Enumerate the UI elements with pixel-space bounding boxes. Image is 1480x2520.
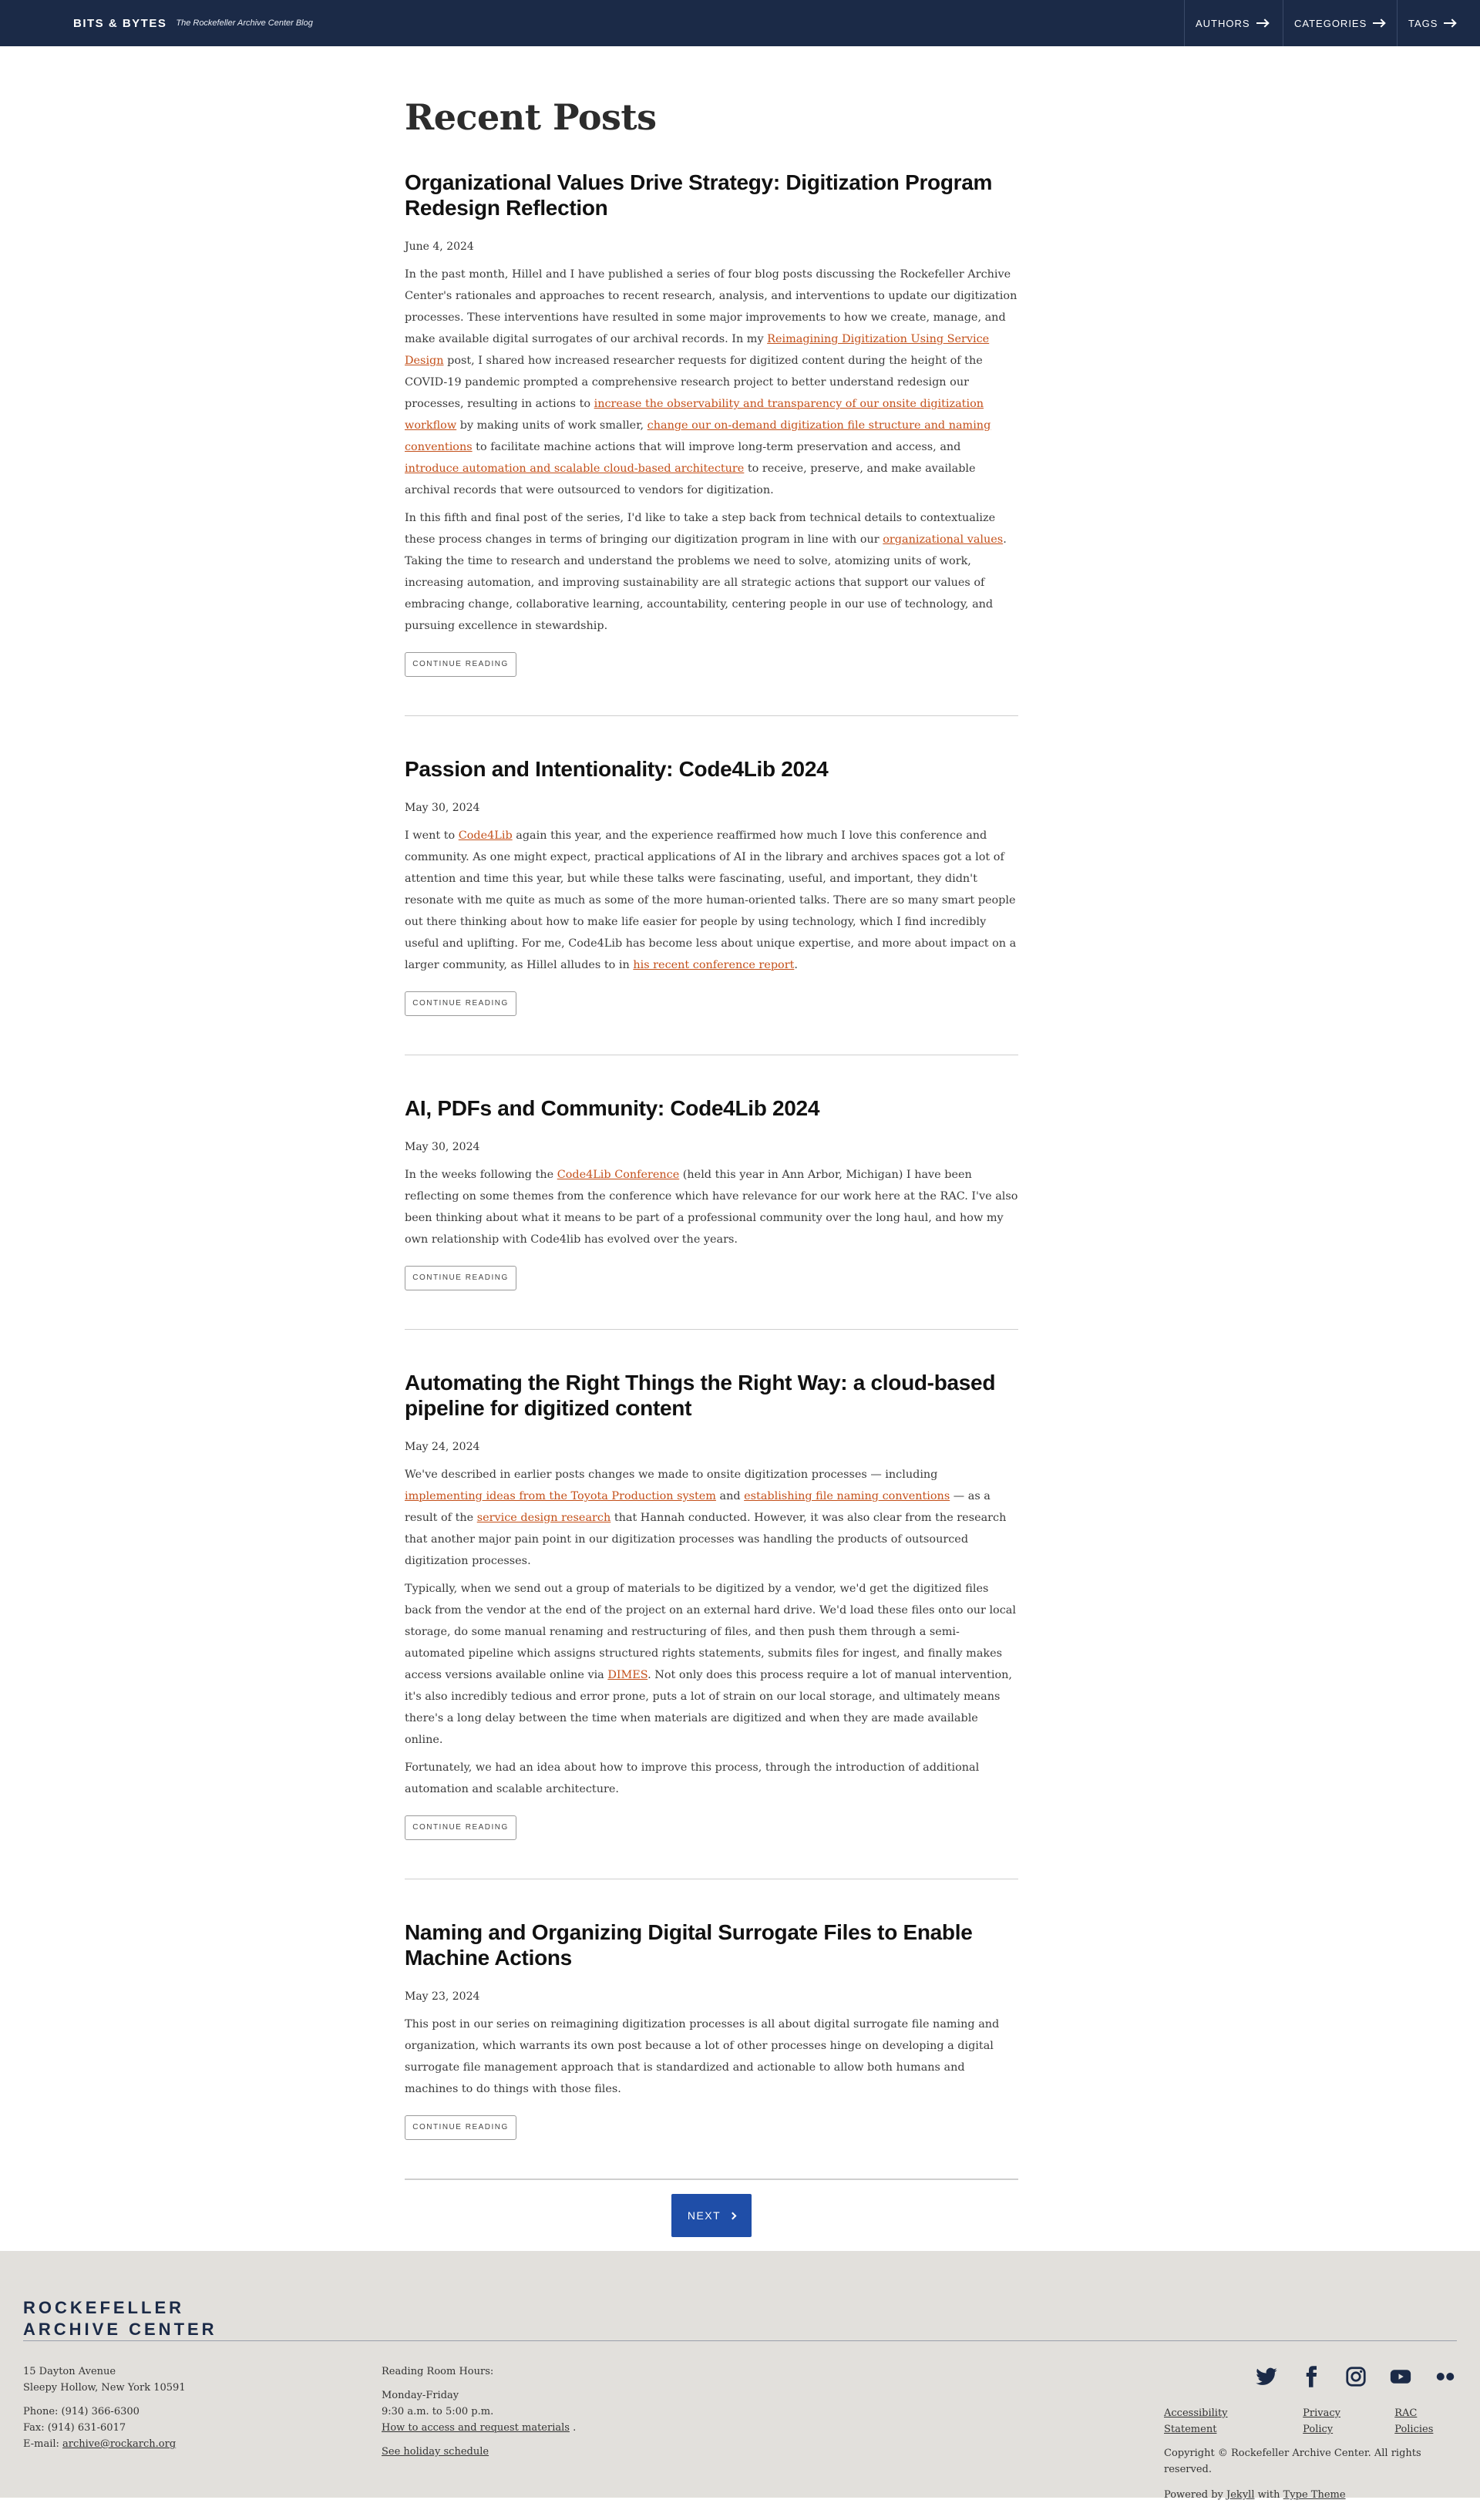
chevron-right-icon — [728, 2212, 737, 2219]
facebook-icon[interactable] — [1300, 2365, 1323, 2388]
rac-policies-link[interactable]: RAC Policies — [1394, 2405, 1457, 2438]
legal-links: Accessibility Statement Privacy Policy R… — [1164, 2405, 1457, 2438]
logo-line-1: ROCKEFELLER — [23, 2298, 184, 2317]
footer-contact: 15 Dayton Avenue Sleepy Hollow, New York… — [23, 2364, 186, 2452]
footer-hours: Reading Room Hours: Monday-Friday 9:30 a… — [382, 2364, 576, 2460]
site-tagline: The Rockefeller Archive Center Blog — [176, 19, 313, 28]
post-link[interactable]: introduce automation and scalable cloud-… — [405, 463, 744, 475]
post-title[interactable]: Automating the Right Things the Right Wa… — [405, 1370, 1018, 1421]
next-page-button[interactable]: NEXT — [671, 2194, 752, 2237]
post-excerpt: In this fifth and final post of the seri… — [405, 512, 1007, 632]
brand[interactable]: BITS & BYTES The Rockefeller Archive Cen… — [73, 0, 313, 46]
youtube-icon[interactable] — [1389, 2365, 1412, 2388]
post-excerpt: Typically, when we send out a group of m… — [405, 1583, 1016, 1746]
hours-days: Monday-Friday — [382, 2390, 459, 2401]
post-title[interactable]: Naming and Organizing Digital Surrogate … — [405, 1919, 1018, 1970]
site-footer: ROCKEFELLER ARCHIVE CENTER 15 Dayton Ave… — [0, 2251, 1480, 2501]
footer-logo[interactable]: ROCKEFELLER ARCHIVE CENTER — [23, 2297, 217, 2340]
nav-tags[interactable]: TAGS — [1397, 0, 1480, 46]
copyright: Copyright © Rockefeller Archive Center. … — [1164, 2448, 1421, 2475]
pagination: NEXT — [405, 2179, 1018, 2251]
powered-by: Powered by Jekyll with Type Theme — [1164, 2489, 1346, 2501]
post-date: May 30, 2024 — [405, 1141, 480, 1153]
post-excerpt: We've described in earlier posts changes… — [405, 1469, 1007, 1567]
jekyll-link[interactable]: Jekyll — [1226, 2489, 1254, 2501]
address-line-2: Sleepy Hollow, New York 10591 — [23, 2382, 186, 2394]
post-link[interactable]: his recent conference report — [633, 959, 794, 971]
main-nav: AUTHORS CATEGORIES TAGS — [1184, 0, 1480, 46]
holiday-schedule-link[interactable]: See holiday schedule — [382, 2446, 489, 2458]
post-date: May 30, 2024 — [405, 802, 480, 814]
site-name[interactable]: BITS & BYTES — [73, 17, 166, 30]
nav-tags-label: TAGS — [1408, 17, 1438, 29]
page-title: Recent Posts — [405, 96, 657, 138]
post-link[interactable]: DIMES — [607, 1669, 648, 1681]
post-excerpt: Fortunately, we had an idea about how to… — [405, 1761, 980, 1795]
post-excerpt: In the past month, Hillel and I have pub… — [405, 268, 1018, 496]
email-link[interactable]: archive@rockarch.org — [62, 2438, 176, 2450]
arrow-right-icon — [1256, 19, 1269, 27]
post-link[interactable]: Code4Lib — [459, 829, 513, 842]
nav-categories-label: CATEGORIES — [1294, 17, 1367, 29]
hours-title: Reading Room Hours: — [382, 2366, 494, 2377]
post-item: Organizational Values Drive Strategy: Di… — [405, 170, 1018, 716]
post-link[interactable]: implementing ideas from the Toyota Produ… — [405, 1490, 716, 1502]
social-links — [1255, 2365, 1457, 2388]
twitter-icon[interactable] — [1255, 2365, 1278, 2388]
post-item: Automating the Right Things the Right Wa… — [405, 1370, 1018, 1879]
instagram-icon[interactable] — [1344, 2365, 1367, 2388]
post-item: Passion and Intentionality: Code4Lib 202… — [405, 756, 1018, 1055]
continue-reading-button[interactable]: CONTINUE READING — [405, 991, 516, 1016]
nav-authors-label: AUTHORS — [1196, 17, 1250, 29]
post-date: June 4, 2024 — [405, 241, 474, 253]
post-excerpt: I went to Code4Lib again this year, and … — [405, 829, 1017, 971]
post-title[interactable]: Organizational Values Drive Strategy: Di… — [405, 170, 1018, 220]
address-line-1: 15 Dayton Avenue — [23, 2366, 116, 2377]
post-link[interactable]: establishing file naming conventions — [744, 1490, 950, 1502]
continue-reading-button[interactable]: CONTINUE READING — [405, 1815, 516, 1840]
post-title[interactable]: Passion and Intentionality: Code4Lib 202… — [405, 756, 1018, 782]
flickr-icon[interactable] — [1434, 2365, 1457, 2388]
access-materials-link[interactable]: How to access and request materials — [382, 2422, 570, 2434]
next-label: NEXT — [687, 2209, 722, 2222]
post-link[interactable]: Code4Lib Conference — [557, 1169, 680, 1181]
post-link[interactable]: organizational values — [883, 533, 1003, 546]
footer-divider — [23, 2340, 1457, 2341]
post-item: AI, PDFs and Community: Code4Lib 2024 Ma… — [405, 1095, 1018, 1330]
continue-reading-button[interactable]: CONTINUE READING — [405, 1266, 516, 1290]
phone: Phone: (914) 366-6300 — [23, 2406, 140, 2417]
arrow-right-icon — [1444, 19, 1456, 27]
site-header: BITS & BYTES The Rockefeller Archive Cen… — [0, 0, 1480, 46]
access-line: How to access and request materials . — [382, 2422, 577, 2434]
continue-reading-button[interactable]: CONTINUE READING — [405, 2115, 516, 2140]
logo-line-2: ARCHIVE CENTER — [23, 2320, 217, 2339]
post-excerpt: This post in our series on reimagining d… — [405, 2018, 1000, 2095]
nav-categories[interactable]: CATEGORIES — [1283, 0, 1397, 46]
privacy-link[interactable]: Privacy Policy — [1303, 2405, 1371, 2438]
nav-authors[interactable]: AUTHORS — [1184, 0, 1283, 46]
post-date: May 24, 2024 — [405, 1441, 480, 1453]
accessibility-link[interactable]: Accessibility Statement — [1164, 2405, 1280, 2438]
post-date: May 23, 2024 — [405, 1990, 480, 2003]
hours-time: 9:30 a.m. to 5:00 p.m. — [382, 2406, 494, 2417]
type-theme-link[interactable]: Type Theme — [1283, 2489, 1346, 2501]
post-excerpt: In the weeks following the Code4Lib Conf… — [405, 1169, 1018, 1246]
main-content: Recent Posts Organizational Values Drive… — [405, 46, 1018, 2251]
footer-legal: Accessibility Statement Privacy Policy R… — [1164, 2405, 1457, 2512]
arrow-right-icon — [1373, 19, 1385, 27]
post-title[interactable]: AI, PDFs and Community: Code4Lib 2024 — [405, 1095, 1018, 1121]
email-line: E-mail: archive@rockarch.org — [23, 2438, 177, 2450]
post-item: Naming and Organizing Digital Surrogate … — [405, 1919, 1018, 2179]
post-link[interactable]: service design research — [477, 1512, 611, 1524]
fax: Fax: (914) 631-6017 — [23, 2422, 126, 2434]
continue-reading-button[interactable]: CONTINUE READING — [405, 652, 516, 677]
